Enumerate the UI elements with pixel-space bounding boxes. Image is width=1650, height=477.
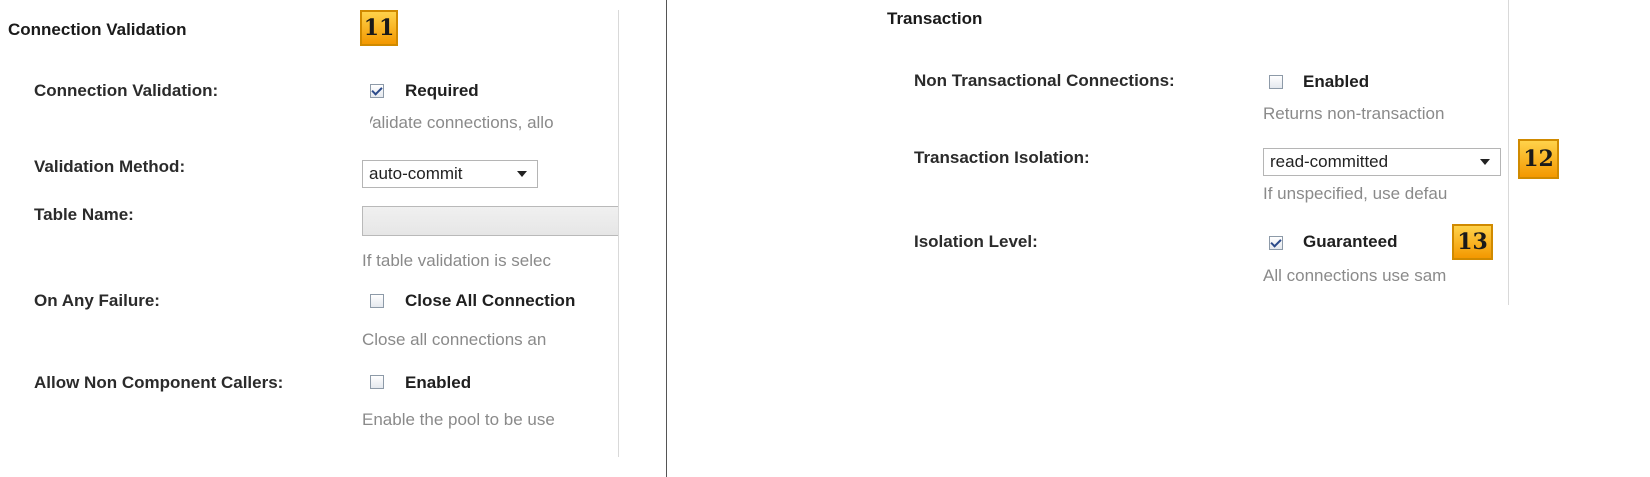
connection-validation-section-title: Connection Validation — [8, 20, 187, 39]
connection-validation-checkbox-label: Required — [405, 81, 479, 100]
on-any-failure-control: Close All Connection Close all connectio… — [362, 290, 618, 350]
transaction-isolation-select[interactable]: read-committed — [1263, 148, 1501, 176]
left-panel-right-border — [618, 10, 619, 457]
transaction-isolation-help: If unspecified, use defau — [1263, 184, 1448, 203]
chevron-down-icon — [517, 171, 527, 177]
non-transactional-connections-control: Enabled Returns non-transaction — [1263, 70, 1508, 128]
callout-badge-13: 13 — [1452, 224, 1493, 260]
allow-non-component-callers-checkbox[interactable] — [370, 375, 384, 389]
center-divider — [666, 0, 667, 477]
table-name-help: If table validation is selec — [362, 251, 551, 270]
transaction-section-title: Transaction — [887, 9, 983, 28]
right-panel-right-border — [1508, 0, 1509, 305]
allow-non-component-callers-help: Enable the pool to be use — [362, 410, 555, 429]
table-name-input[interactable] — [362, 206, 618, 236]
callout-badge-11: 11 — [360, 10, 398, 46]
allow-non-component-callers-label: Allow Non Component Callers: — [34, 373, 284, 392]
on-any-failure-help: Close all connections an — [362, 330, 547, 349]
connection-validation-checkbox[interactable] — [370, 84, 384, 98]
isolation-level-label: Isolation Level: — [914, 232, 1038, 251]
non-transactional-connections-checkbox-label: Enabled — [1303, 72, 1370, 91]
validation-method-selected: auto-commit — [369, 164, 463, 183]
validation-method-label: Validation Method: — [34, 157, 186, 176]
on-any-failure-label: On Any Failure: — [34, 291, 160, 310]
table-name-control: If table validation is selec — [362, 206, 618, 302]
transaction-isolation-selected: read-committed — [1270, 152, 1389, 171]
table-name-label: Table Name: — [34, 205, 134, 224]
connection-validation-control: Required Validate connections, allo — [370, 80, 618, 136]
isolation-level-checkbox-label: Guaranteed — [1303, 232, 1398, 251]
non-transactional-connections-help: Returns non-transaction — [1263, 104, 1445, 123]
non-transactional-connections-checkbox[interactable] — [1269, 75, 1283, 89]
isolation-level-help-clip: All connections use sam — [1263, 266, 1508, 292]
callout-badge-12: 12 — [1518, 139, 1559, 179]
connection-validation-help: Validate connections, allo — [370, 113, 554, 132]
non-transactional-connections-label: Non Transactional Connections: — [914, 71, 1175, 90]
allow-non-component-callers-control: Enabled Enable the pool to be use — [362, 370, 618, 434]
isolation-level-help: All connections use sam — [1263, 266, 1447, 285]
close-all-connections-checkbox[interactable] — [370, 294, 384, 308]
allow-non-component-callers-checkbox-label: Enabled — [405, 373, 472, 392]
connection-validation-label: Connection Validation: — [34, 81, 219, 100]
close-all-connections-checkbox-label: Close All Connection — [405, 291, 576, 310]
transaction-isolation-label: Transaction Isolation: — [914, 148, 1090, 167]
isolation-level-checkbox[interactable] — [1269, 236, 1283, 250]
validation-method-select[interactable]: auto-commit — [362, 160, 538, 188]
transaction-isolation-help-clip: If unspecified, use defau — [1263, 184, 1508, 210]
chevron-down-icon — [1480, 159, 1490, 165]
